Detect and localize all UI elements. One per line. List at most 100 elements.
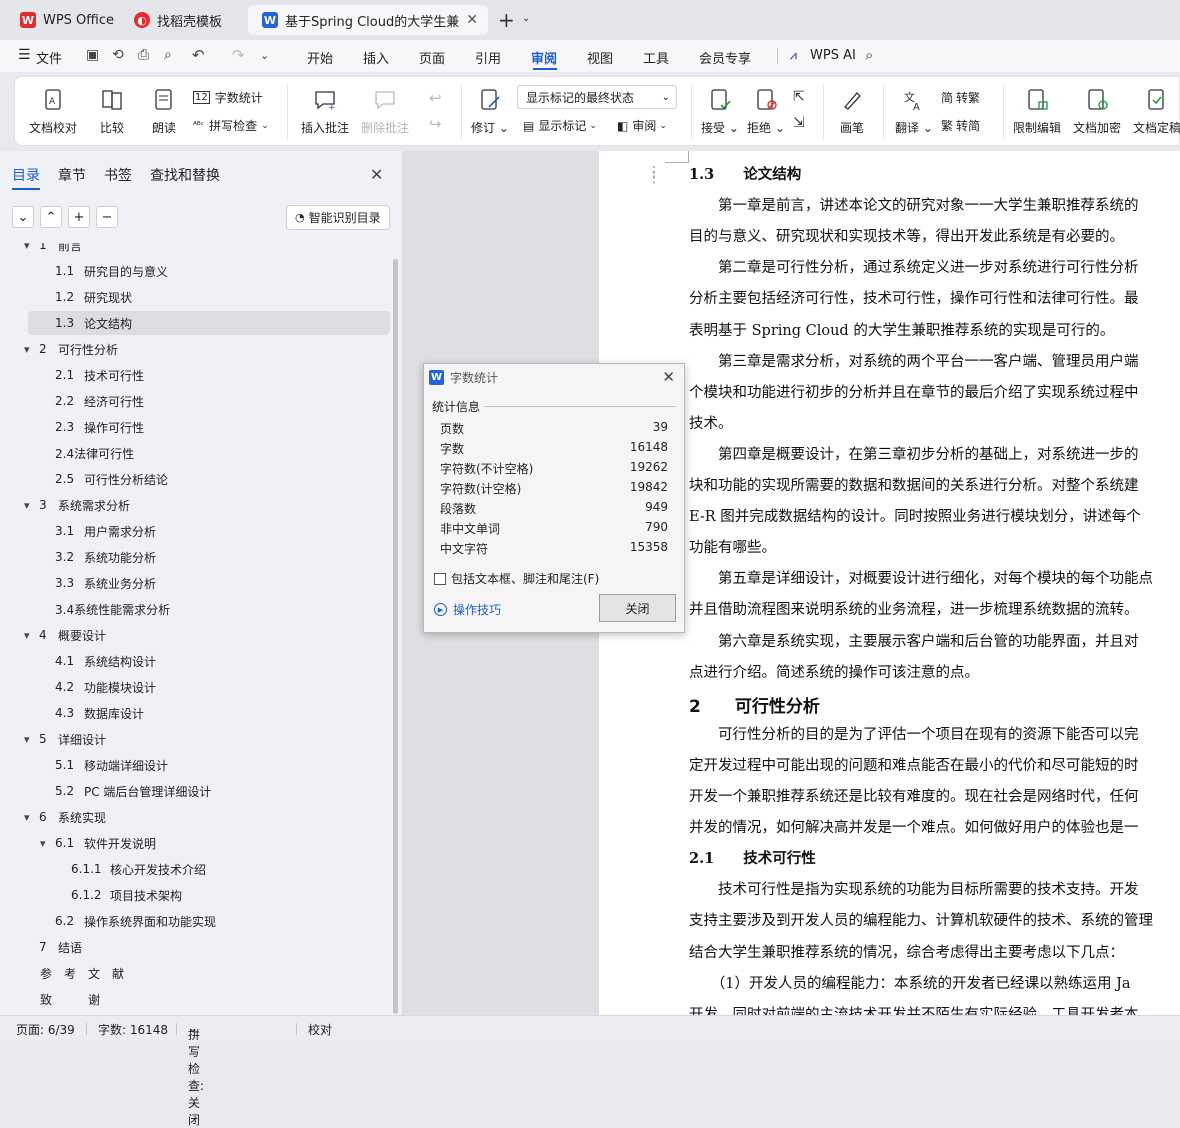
menu-review[interactable]: 审阅 xyxy=(531,48,557,67)
encrypt-button[interactable]: 文档加密 xyxy=(1073,87,1121,136)
toc-item[interactable]: ▾ 4 概要设计 xyxy=(0,623,380,647)
expand-arrow-icon[interactable]: ▾ xyxy=(24,811,30,824)
toc-item[interactable]: 7 结语 xyxy=(0,935,380,959)
menu-view[interactable]: 视图 xyxy=(587,48,613,67)
toc-item[interactable]: 2.4法律可行性 xyxy=(0,441,380,465)
toc-item[interactable]: 2.3 操作可行性 xyxy=(0,415,380,439)
tab-document[interactable]: W 基于Spring Cloud的大学生兼 ▭ ✕ xyxy=(248,5,488,35)
more-chevron-icon[interactable]: ⌄ xyxy=(260,49,269,62)
toc-item[interactable]: ▾ 2 可行性分析 xyxy=(0,337,380,361)
delete-comment-button[interactable]: 删除批注 xyxy=(361,87,409,136)
menu-file[interactable]: 文件 xyxy=(36,48,62,67)
expand-arrow-icon[interactable]: ▾ xyxy=(24,243,30,252)
nav-tab-toc[interactable]: 目录 xyxy=(12,165,40,185)
toc-item[interactable]: ▾ 3 系统需求分析 xyxy=(0,493,380,517)
toc-item[interactable]: 1.3 论文结构 xyxy=(0,311,380,335)
markup-state-select[interactable]: 显示标记的最终状态 ⌄ xyxy=(517,85,677,109)
drag-handle-icon[interactable]: ⋮ ⋮ xyxy=(647,165,661,185)
toc-item[interactable]: 5.1 移动端详细设计 xyxy=(0,753,380,777)
status-spell[interactable]: 拼写检查: 关闭 ⌄ xyxy=(188,1021,204,1127)
nav-tab-sections[interactable]: 章节 xyxy=(58,165,86,185)
toc-item[interactable]: ▾ 6 系统实现 xyxy=(0,805,380,829)
expand-up-button[interactable]: ⌃ xyxy=(40,206,62,228)
toc-item[interactable]: 5.2 PC 端后台管理详细设计 xyxy=(0,779,380,803)
remove-heading-button[interactable]: − xyxy=(96,206,118,228)
toc-item[interactable]: 3.1 用户需求分析 xyxy=(0,519,380,543)
close-tab-icon[interactable]: ✕ xyxy=(466,12,478,28)
toc-item[interactable]: 3.3 系统业务分析 xyxy=(0,571,380,595)
revise-button[interactable]: 修订 ⌄ xyxy=(471,87,509,136)
tips-link[interactable]: ▶ 操作技巧 xyxy=(434,601,501,618)
toc-item[interactable]: 4.3 数据库设计 xyxy=(0,701,380,725)
insert-comment-button[interactable]: + 插入批注 xyxy=(301,87,349,136)
close-panel-icon[interactable]: ✕ xyxy=(370,165,383,184)
status-words[interactable]: 字数: 16148 xyxy=(98,1021,168,1038)
expand-arrow-icon[interactable]: ▾ xyxy=(24,629,30,642)
prev-comment-icon[interactable]: ↩ xyxy=(429,89,442,107)
read-aloud-button[interactable]: 朗读 xyxy=(151,87,177,136)
expand-arrow-icon[interactable]: ▾ xyxy=(24,733,30,746)
status-page[interactable]: 页面: 6/39 xyxy=(16,1021,75,1038)
dialog-close-icon[interactable]: ✕ xyxy=(662,368,675,386)
print-icon[interactable]: ⎙ xyxy=(138,47,149,63)
dialog-close-button[interactable]: 关闭 xyxy=(599,594,676,622)
expand-arrow-icon[interactable]: ▾ xyxy=(24,499,30,512)
nav-tab-find-replace[interactable]: 查找和替换 xyxy=(150,165,220,185)
tab-wps-office[interactable]: W WPS Office xyxy=(6,5,114,35)
new-tab-icon[interactable]: + xyxy=(498,8,515,32)
toc-item[interactable]: ▾ 1 前言 xyxy=(0,243,380,257)
menu-wps-ai[interactable]: WPS AI xyxy=(810,48,856,63)
toc-item[interactable]: 4.1 系统结构设计 xyxy=(0,649,380,673)
tab-template[interactable]: ◐ 找稻壳模板 xyxy=(120,5,244,35)
include-textbox-checkbox[interactable]: 包括文本框、脚注和尾注(F) xyxy=(434,570,599,587)
menu-start[interactable]: 开始 xyxy=(307,48,333,67)
wps-ai-icon[interactable]: ⩘ xyxy=(790,48,797,63)
redo-icon[interactable]: ↷ xyxy=(232,46,245,64)
spell-check-button[interactable]: ᴬᴮᶜ 拼写检查 ⌄ xyxy=(193,117,269,134)
status-proof[interactable]: 校对 xyxy=(308,1021,332,1038)
search-icon[interactable]: ⌕ xyxy=(865,46,873,64)
toc-item[interactable]: 6.1.1 核心开发技术介绍 xyxy=(0,857,380,881)
prev-revision-icon[interactable]: ⇱ xyxy=(793,89,805,105)
collapse-all-button[interactable]: ⌄ xyxy=(12,206,34,228)
nav-tab-bookmarks[interactable]: 书签 xyxy=(104,165,132,185)
menu-tools[interactable]: 工具 xyxy=(643,48,669,67)
compare-button[interactable]: 比较 xyxy=(99,87,125,136)
expand-arrow-icon[interactable]: ▾ xyxy=(40,837,46,850)
toc-item[interactable]: 1.2 研究现状 xyxy=(0,285,380,309)
menu-reference[interactable]: 引用 xyxy=(475,48,501,67)
translate-button[interactable]: 文A 翻译 ⌄ xyxy=(895,87,933,136)
menu-page[interactable]: 页面 xyxy=(419,48,445,67)
toc-item[interactable]: 2.5 可行性分析结论 xyxy=(0,467,380,491)
toc-item[interactable]: 3.4系统性能需求分析 xyxy=(0,597,380,621)
save-icon[interactable]: ▣ xyxy=(86,47,99,63)
toc-item[interactable]: 6.2 操作系统界面和功能实现 xyxy=(0,909,380,933)
chevron-down-icon[interactable]: ⌄ xyxy=(522,13,530,24)
doc-check-button[interactable]: A 文档校对 xyxy=(29,87,77,136)
finalize-button[interactable]: 文档定稿 xyxy=(1133,87,1180,136)
next-comment-icon[interactable]: ↪ xyxy=(429,115,442,133)
reject-button[interactable]: 拒绝 ⌄ xyxy=(747,87,785,136)
review-pane-button[interactable]: ◧ 审阅 ⌄ xyxy=(617,117,667,134)
menu-member[interactable]: 会员专享 xyxy=(699,48,751,67)
document-page[interactable]: ⋮ ⋮ 1.3 论文结构 第一章是前言，讲述本论文的研究对象一一大学生兼职推荐系统… xyxy=(599,151,1180,1015)
toc-item[interactable]: 致 谢 xyxy=(0,987,380,1011)
toc-item[interactable]: ▾ 5 详细设计 xyxy=(0,727,380,751)
undo-icon[interactable]: ↶ xyxy=(192,46,205,64)
add-heading-button[interactable]: + xyxy=(68,206,90,228)
toc-item[interactable]: 4.2 功能模块设计 xyxy=(0,675,380,699)
hamburger-icon[interactable]: ☰ xyxy=(18,47,31,63)
toc-item[interactable]: 2.1 技术可行性 xyxy=(0,363,380,387)
restrict-edit-button[interactable]: 限制编辑 xyxy=(1013,87,1061,136)
toc-item[interactable]: ▾ 6.1 软件开发说明 xyxy=(0,831,380,855)
toc-item[interactable]: 3.2 系统功能分析 xyxy=(0,545,380,569)
share-icon[interactable]: ⟲ xyxy=(112,47,124,63)
pen-button[interactable]: 画笔 xyxy=(839,87,865,136)
to-traditional-button[interactable]: 简 转繁 xyxy=(941,89,980,106)
to-simplified-button[interactable]: 繁 转简 xyxy=(941,117,980,134)
toc-item[interactable]: 2.2 经济可行性 xyxy=(0,389,380,413)
word-count-button[interactable]: 12 字数统计 xyxy=(193,89,263,106)
toc-item[interactable]: 1.1 研究目的与意义 xyxy=(0,259,380,283)
toc-scrollbar[interactable] xyxy=(393,259,398,1014)
toc-item[interactable]: 6.1.2 项目技术架构 xyxy=(0,883,380,907)
